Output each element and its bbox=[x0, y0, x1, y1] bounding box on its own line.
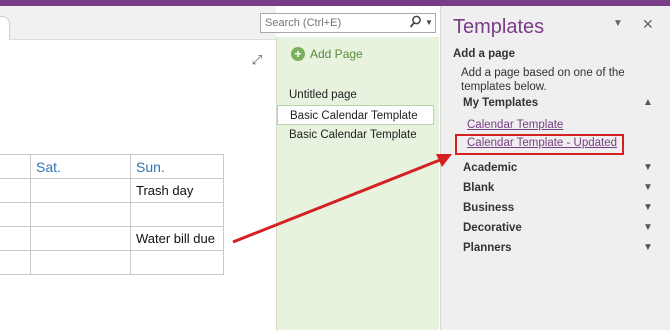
search-box: ▼ bbox=[260, 13, 436, 33]
section-tab-strip bbox=[0, 6, 276, 40]
table-cell[interactable] bbox=[130, 202, 224, 227]
table-row: Trash day bbox=[0, 178, 224, 203]
table-cell[interactable] bbox=[0, 250, 31, 275]
chevron-down-icon: ▼ bbox=[643, 242, 653, 253]
table-cell[interactable] bbox=[0, 178, 31, 203]
table-cell[interactable] bbox=[30, 250, 131, 275]
chevron-down-icon: ▼ bbox=[643, 222, 653, 233]
table-header-row: Sat. Sun. bbox=[0, 154, 224, 179]
chevron-down-icon: ▼ bbox=[643, 162, 653, 173]
section-label: Decorative bbox=[463, 222, 522, 234]
table-cell[interactable] bbox=[30, 178, 131, 203]
table-row bbox=[0, 202, 224, 227]
page-list-item-selected[interactable]: Basic Calendar Template bbox=[277, 105, 434, 125]
add-page-label: Add Page bbox=[310, 47, 363, 61]
table-cell[interactable] bbox=[130, 250, 224, 275]
search-input[interactable] bbox=[265, 15, 405, 31]
chevron-down-icon: ▼ bbox=[643, 182, 653, 193]
chevron-down-icon: ▼ bbox=[643, 202, 653, 213]
expand-icon[interactable]: ⤢ bbox=[250, 53, 264, 67]
annotation-highlight-box bbox=[455, 134, 624, 155]
table-cell[interactable] bbox=[0, 226, 31, 251]
templates-title: Templates bbox=[453, 16, 545, 38]
table-header: Sat. bbox=[30, 154, 131, 179]
section-label: My Templates bbox=[463, 97, 539, 109]
search-icon[interactable] bbox=[409, 15, 423, 31]
table-cell[interactable]: Water bill due bbox=[130, 226, 224, 251]
pane-options-icon[interactable]: ▼ bbox=[613, 18, 623, 29]
templates-description: Add a page based on one of the templates… bbox=[461, 67, 625, 93]
table-cell[interactable] bbox=[30, 202, 131, 227]
section-label: Academic bbox=[463, 162, 518, 174]
section-my-templates[interactable]: My Templates ▲ bbox=[463, 97, 663, 113]
section-blank[interactable]: Blank ▼ bbox=[463, 182, 663, 198]
section-business[interactable]: Business ▼ bbox=[463, 202, 663, 218]
table-cell[interactable] bbox=[0, 202, 31, 227]
templates-pane: Templates ▼ ✕ Add a page Add a page base… bbox=[440, 6, 670, 330]
section-academic[interactable]: Academic ▼ bbox=[463, 162, 663, 178]
table-row bbox=[0, 250, 224, 275]
section-tab[interactable] bbox=[0, 16, 10, 40]
add-page-button[interactable]: + Add Page bbox=[291, 45, 363, 63]
calendar-table: Sat. Sun. Trash day Water bill due bbox=[0, 154, 224, 275]
section-label: Blank bbox=[463, 182, 495, 194]
table-row: Water bill due bbox=[0, 226, 224, 251]
template-link[interactable]: Calendar Template bbox=[467, 119, 563, 131]
table-cell[interactable] bbox=[30, 226, 131, 251]
chevron-up-icon: ▲ bbox=[643, 97, 653, 108]
page-list-item[interactable]: Basic Calendar Template bbox=[277, 125, 434, 145]
table-cell[interactable]: Trash day bbox=[130, 178, 224, 203]
add-a-page-heading: Add a page bbox=[453, 48, 515, 60]
table-header: Sun. bbox=[130, 154, 224, 179]
page-list-item[interactable]: Untitled page bbox=[277, 85, 434, 105]
section-label: Planners bbox=[463, 242, 512, 254]
close-icon[interactable]: ✕ bbox=[642, 16, 654, 33]
section-decorative[interactable]: Decorative ▼ bbox=[463, 222, 663, 238]
plus-icon: + bbox=[291, 47, 305, 61]
search-scope-dropdown-icon[interactable]: ▼ bbox=[425, 16, 435, 30]
section-planners[interactable]: Planners ▼ bbox=[463, 242, 663, 258]
section-label: Business bbox=[463, 202, 515, 214]
page-list-pane: + Add Page Untitled page Basic Calendar … bbox=[276, 37, 439, 330]
table-header bbox=[0, 154, 31, 179]
page-canvas[interactable]: ⤢ Sat. Sun. Trash day Water bill due bbox=[0, 6, 276, 330]
